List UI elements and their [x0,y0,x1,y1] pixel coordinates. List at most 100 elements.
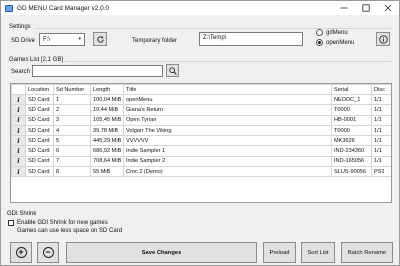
cell-length: 10,44 MiB [90,104,124,116]
table-row[interactable]: i SD Card 4 39,78 MiB Volgarr The Viking T000… [11,124,391,137]
cell-title: Volgarr The Viking [123,124,332,137]
games-group-label: Games List [2,1 GB] [9,57,64,63]
shrink-group-label: GDI Shrink [7,211,37,217]
game-info-button[interactable]: i [11,166,26,178]
sort-list-button[interactable]: Sort List [301,242,335,263]
table-header-row: Location Sd Number Length Title Serial D… [11,84,391,95]
col-header-length[interactable]: Length [90,84,124,95]
cell-sd-number: 2 [53,104,91,116]
cell-location: SD Card [25,155,54,168]
game-info-button[interactable]: i [11,135,26,147]
cell-disc: 1/1 [371,135,391,147]
info-icon: i [17,167,20,176]
table-row[interactable]: i SD Card 8 55 MiB Croc 2 (Demo) SLUS-90056 PS… [11,166,391,178]
sd-drive-select[interactable]: F:\ ▾ [39,33,85,46]
cell-title: Open Tyrian [123,114,332,126]
radio-openmenu[interactable]: openMenu [316,39,354,46]
enable-shrink-label: Enable GDI Shrink for new games [17,220,108,226]
window-controls [333,1,399,15]
game-info-button[interactable]: i [11,114,26,126]
col-header-info[interactable] [11,84,26,95]
search-icon [168,66,177,75]
temp-folder-value: Z:\Temp\ [203,35,227,41]
game-info-button[interactable]: i [11,104,26,116]
table-row[interactable]: i SD Card 3 105,45 MiB Open Tyrian HB-0001 1/1 [11,114,391,126]
col-header-sd-number[interactable]: Sd Number [53,84,91,95]
cell-location: SD Card [25,145,54,157]
games-divider [65,61,391,62]
cell-length: 39,78 MiB [90,124,124,137]
game-info-button[interactable]: i [11,93,26,106]
cell-disc: 1/1 [371,93,391,106]
minus-icon: − [42,247,54,258]
cell-title: Indie Sampler 2 [123,155,332,168]
cell-location: SD Card [25,93,54,106]
cell-title: Giana's Return [123,104,332,116]
sd-drive-value: F:\ [43,36,50,43]
maximize-icon[interactable] [355,1,377,15]
add-game-button[interactable]: + [10,242,32,263]
refresh-drives-button[interactable] [93,32,107,46]
game-info-button[interactable]: i [11,145,26,157]
cell-location: SD Card [25,124,54,137]
cell-sd-number: 1 [53,93,91,106]
cell-serial: MK3626 [331,135,372,147]
cell-sd-number: 4 [53,124,91,137]
col-header-title[interactable]: Title [123,84,332,95]
info-icon: i [17,105,20,114]
plus-icon: + [15,247,27,258]
cell-sd-number: 7 [53,155,91,168]
radio-gdmenu-circle[interactable] [316,29,323,36]
cell-location: SD Card [25,166,54,178]
close-icon[interactable] [377,1,399,15]
remove-game-button[interactable]: − [37,242,59,263]
minimize-icon[interactable] [333,1,355,15]
search-button[interactable] [166,64,179,77]
cell-disc: 1/1 [371,124,391,137]
cell-length: 100,04 MiB [90,93,124,106]
radio-openmenu-circle[interactable] [316,39,323,46]
info-icon: i [17,116,20,125]
cell-serial: T0000 [331,104,372,116]
games-table[interactable]: Location Sd Number Length Title Serial D… [10,83,392,203]
app-icon [5,4,13,12]
cell-length: 445,29 MiB [90,135,124,147]
table-row[interactable]: i SD Card 2 10,44 MiB Giana's Return T0000 1/1 [11,104,391,116]
cell-title: VVVVVV [123,135,332,147]
preload-button[interactable]: Preload [263,242,296,263]
batch-rename-button[interactable]: Batch Rename [341,242,393,263]
cell-length: 105,45 MiB [90,114,124,126]
cell-title: Croc 2 (Demo) [123,166,332,178]
cell-disc: 1/1 [371,145,391,157]
temp-folder-input[interactable]: Z:\Temp\ [199,32,303,46]
col-header-location[interactable]: Location [25,84,54,95]
games-table-body: i SD Card 1 100,04 MiB openMenu NEODC_1 1/1 i SD… [11,93,391,178]
cell-length: 686,92 MiB [90,145,124,157]
about-button[interactable] [376,32,390,46]
table-row[interactable]: i SD Card 7 708,64 MiB Indie Sampler 2 IND-16… [11,155,391,168]
settings-group-label: Settings [9,24,31,30]
cell-length: 55 MiB [90,166,124,178]
cell-serial: IND-165056 [331,155,372,168]
window-title: GD MENU Card Manager v2.0.0 [17,4,109,12]
search-label: Search [11,69,31,75]
col-header-serial[interactable]: Serial [331,84,372,95]
save-changes-button[interactable]: Save Changes [66,242,257,263]
temp-folder-label: Temporary folder [132,38,178,44]
table-row[interactable]: i SD Card 6 686,92 MiB Indie Sampler 1 IND-23… [11,145,391,157]
enable-shrink-checkbox[interactable] [8,220,14,226]
table-row[interactable]: i SD Card 1 100,04 MiB openMenu NEODC_1 1/1 [11,93,391,106]
radio-gdmenu[interactable]: gdMenu [316,29,348,36]
refresh-icon [96,35,104,43]
game-info-button[interactable]: i [11,155,26,168]
title-bar: GD MENU Card Manager v2.0.0 [1,1,399,15]
search-input[interactable] [32,65,163,77]
table-row[interactable]: i SD Card 5 445,29 MiB VVVVVV MK3626 1/1 [11,135,391,147]
cell-sd-number: 3 [53,114,91,126]
cell-sd-number: 8 [53,166,91,178]
cell-location: SD Card [25,135,54,147]
game-info-button[interactable]: i [11,124,26,137]
col-header-disc[interactable]: Disc [371,84,391,95]
cell-title: openMenu [123,93,332,106]
sd-drive-label: SD Drive [11,38,36,44]
